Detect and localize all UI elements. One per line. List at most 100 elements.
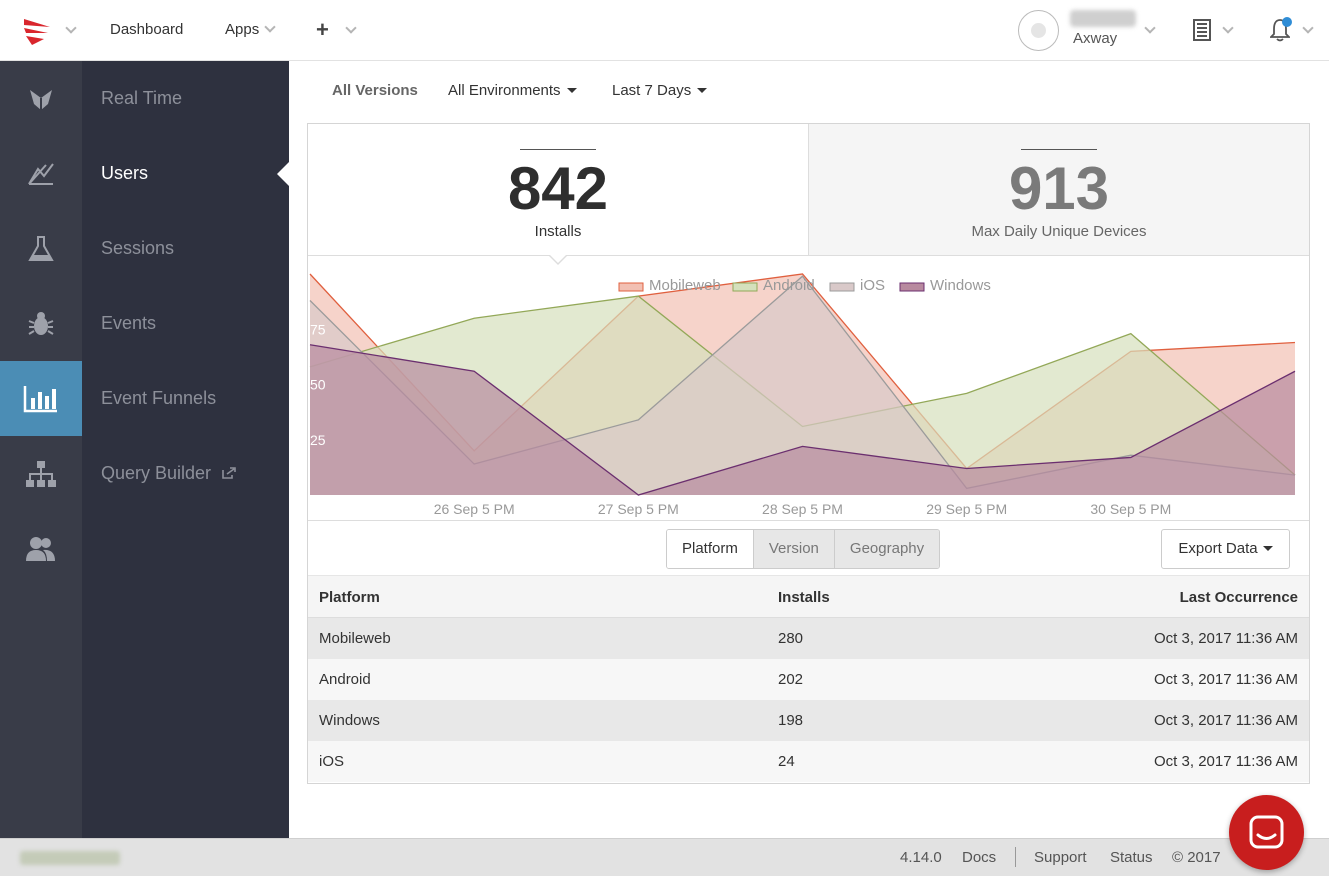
x-tick-label: 26 Sep 5 PM xyxy=(434,501,515,517)
tab-platform[interactable]: Platform xyxy=(667,530,753,568)
chevron-down-icon[interactable] xyxy=(1302,22,1314,34)
sidebar-icon-event-funnels[interactable] xyxy=(0,361,82,436)
sidebar-icon-realtime[interactable] xyxy=(0,61,82,136)
caret-down-icon xyxy=(566,88,577,93)
tab-version[interactable]: Version xyxy=(752,530,834,568)
legend-item-android[interactable]: Android xyxy=(732,277,815,294)
y-tick-label: 50 xyxy=(310,377,326,393)
cell-platform: iOS xyxy=(319,753,345,770)
kpi-value: 842 xyxy=(507,155,609,222)
chat-button[interactable] xyxy=(1229,795,1304,870)
sidebar-item-real-time[interactable]: Real Time xyxy=(101,88,182,109)
table-body: Mobileweb 280 Oct 3, 2017 11:36 AM Andro… xyxy=(308,618,1309,782)
legend-swatch xyxy=(899,282,925,292)
column-header-platform[interactable]: Platform xyxy=(319,589,380,606)
kpi-installs[interactable]: 842 Installs xyxy=(308,124,809,256)
cell-last-occurrence: Oct 3, 2017 11:36 AM xyxy=(1154,712,1298,729)
breakdown-tabs: Platform Version Geography xyxy=(666,529,941,569)
legend-label: Android xyxy=(763,277,815,294)
sidebar-icon-events[interactable] xyxy=(0,286,82,361)
footer-divider xyxy=(1015,847,1016,867)
top-bar: Dashboard Apps + Axway xyxy=(0,0,1329,61)
kpi-value: 913 xyxy=(1008,155,1110,222)
realtime-icon xyxy=(30,89,52,110)
legend-item-ios[interactable]: iOS xyxy=(829,277,885,294)
axway-logo-icon[interactable] xyxy=(22,15,54,47)
y-tick-label: 75 xyxy=(310,321,326,337)
sidebar-item-label: Query Builder xyxy=(101,463,212,483)
avatar[interactable] xyxy=(1018,10,1059,51)
cell-installs: 24 xyxy=(778,753,795,770)
sidebar-icon-users[interactable] xyxy=(0,136,82,211)
x-tick-label: 28 Sep 5 PM xyxy=(762,501,843,517)
chevron-down-icon[interactable] xyxy=(1222,22,1234,34)
users-trend-icon xyxy=(28,162,54,185)
nav-apps-label: Apps xyxy=(225,21,260,38)
area-chart-svg: 25 50 75 26 Sep 5 PM 27 Sep 5 PM 28 Sep 5 PM 2… xyxy=(309,273,1296,517)
sidebar-item-sessions[interactable]: Sessions xyxy=(101,238,174,259)
filter-date-range[interactable]: Last 7 Days xyxy=(612,82,708,99)
kpi-divider xyxy=(520,149,596,150)
users-card: 842 Installs 913 Max Daily Unique Device… xyxy=(307,123,1310,784)
cell-installs: 202 xyxy=(778,671,804,688)
cell-platform: Mobileweb xyxy=(319,630,391,647)
chevron-down-icon xyxy=(264,21,276,33)
kpi-label: Max Daily Unique Devices xyxy=(971,223,1147,240)
sidebar-icon-sessions[interactable] xyxy=(0,211,82,286)
sidebar-item-query-builder[interactable]: Query Builder xyxy=(101,463,236,484)
kpi-divider xyxy=(1021,149,1097,150)
nav-apps[interactable]: Apps xyxy=(225,21,276,38)
sidebar-item-event-funnels[interactable]: Event Funnels xyxy=(101,388,216,409)
legend-label: iOS xyxy=(860,277,885,294)
legend-item-windows[interactable]: Windows xyxy=(899,277,991,294)
sidebar-item-events[interactable]: Events xyxy=(101,313,156,334)
notification-dot xyxy=(1282,17,1292,27)
filter-environments[interactable]: All Environments xyxy=(448,82,577,99)
caret-down-icon xyxy=(1262,546,1273,551)
x-tick-label: 27 Sep 5 PM xyxy=(598,501,679,517)
hierarchy-icon xyxy=(26,460,56,487)
kpi-max-daily-devices[interactable]: 913 Max Daily Unique Devices xyxy=(809,124,1309,256)
user-name-redacted xyxy=(1070,10,1136,27)
status-link[interactable]: Status xyxy=(1110,849,1153,866)
table-row[interactable]: iOS 24 Oct 3, 2017 11:36 AM xyxy=(308,741,1309,782)
table-row[interactable]: Android 202 Oct 3, 2017 11:36 AM xyxy=(308,659,1309,700)
cell-installs: 198 xyxy=(778,712,804,729)
cell-last-occurrence: Oct 3, 2017 11:36 AM xyxy=(1154,671,1298,688)
docs-link[interactable]: Docs xyxy=(962,849,996,866)
support-link[interactable]: Support xyxy=(1034,849,1087,866)
nav-dashboard[interactable]: Dashboard xyxy=(110,21,183,38)
user-menu-chevron-icon[interactable] xyxy=(1144,22,1156,34)
cell-last-occurrence: Oct 3, 2017 11:36 AM xyxy=(1154,753,1298,770)
tab-geography[interactable]: Geography xyxy=(833,530,940,568)
sidebar-item-users[interactable]: Users xyxy=(101,163,148,184)
export-data-button[interactable]: Export Data xyxy=(1161,529,1290,569)
footer: 4.14.0 Docs Support Status © 2017 xyxy=(0,838,1329,876)
legend-swatch xyxy=(732,282,758,292)
legend-label: Windows xyxy=(930,277,991,294)
sidebar-icon-query-builder[interactable] xyxy=(0,436,82,511)
legend-label: Mobileweb xyxy=(649,277,721,294)
chat-icon xyxy=(1249,815,1284,849)
legend-item-mobileweb[interactable]: Mobileweb xyxy=(618,277,721,294)
export-data-label: Export Data xyxy=(1178,540,1258,557)
chevron-down-icon[interactable] xyxy=(345,22,357,34)
filter-versions[interactable]: All Versions xyxy=(332,82,418,99)
add-icon[interactable]: + xyxy=(316,17,329,43)
table-row[interactable]: Mobileweb 280 Oct 3, 2017 11:36 AM xyxy=(308,618,1309,659)
demo-data-indicator-redacted xyxy=(20,851,120,865)
cell-installs: 280 xyxy=(778,630,804,647)
column-header-installs[interactable]: Installs xyxy=(778,589,830,606)
column-header-last-occurrence[interactable]: Last Occurrence xyxy=(1180,589,1298,606)
logo-chevron-down-icon[interactable] xyxy=(65,22,77,34)
cell-last-occurrence: Oct 3, 2017 11:36 AM xyxy=(1154,630,1298,647)
user-org: Axway xyxy=(1073,30,1118,47)
filter-date-range-label: Last 7 Days xyxy=(612,82,692,99)
sidebar-icon-people[interactable] xyxy=(0,511,82,586)
table-row[interactable]: Windows 198 Oct 3, 2017 11:36 AM xyxy=(308,700,1309,741)
cell-platform: Windows xyxy=(319,712,380,729)
table-header: Platform Installs Last Occurrence xyxy=(308,575,1309,618)
area-chart: 25 50 75 26 Sep 5 PM 27 Sep 5 PM 28 Sep 5 PM 2… xyxy=(308,257,1309,521)
app-version: 4.14.0 xyxy=(900,849,942,866)
building-icon[interactable] xyxy=(1193,19,1211,41)
